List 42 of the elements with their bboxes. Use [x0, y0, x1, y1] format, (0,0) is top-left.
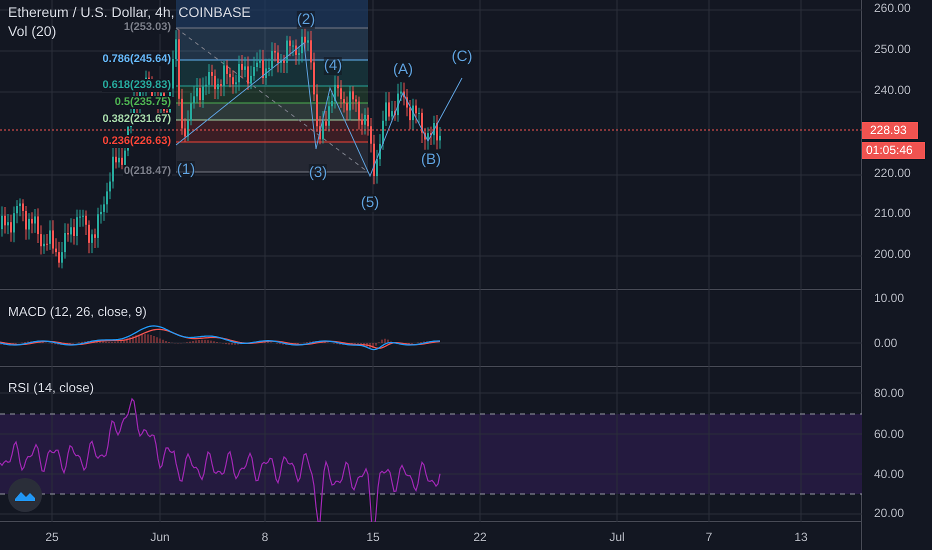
- wave-label: (B): [421, 151, 441, 169]
- current-price-badge: 228.93: [862, 122, 918, 139]
- wave-label: (4): [324, 57, 342, 75]
- fib-level-label: 1(253.03): [122, 21, 172, 34]
- fib-level-label: 0.618(239.83): [102, 79, 172, 92]
- wave-label: (2): [296, 11, 316, 29]
- indicator-label: RSI (14, close): [8, 379, 94, 397]
- fib-level-label: 0.786(245.64): [102, 53, 172, 66]
- time-axis-label: Jun: [150, 529, 170, 546]
- rsi-axis-label: 40.00: [874, 467, 904, 481]
- wave-label: (1): [176, 161, 196, 179]
- time-axis-label: 7: [706, 529, 712, 546]
- time-axis-label: 8: [262, 529, 268, 546]
- indicator-label: MACD (12, 26, close, 9): [8, 303, 147, 321]
- wave-label: (C): [452, 48, 472, 66]
- fib-level-label: 0(218.47): [122, 165, 172, 178]
- chart-title: Ethereum / U.S. Dollar, 4h, COINBASE: [8, 3, 251, 22]
- fib-level-label: 0.382(231.67): [102, 113, 172, 126]
- price-axis-label: 200.00: [874, 247, 911, 261]
- time-axis-label: 13: [794, 529, 808, 546]
- logo-icon[interactable]: [8, 478, 42, 512]
- price-axis-label: 220.00: [874, 166, 911, 180]
- rsi-axis-label: 60.00: [874, 427, 904, 441]
- wave-label: (A): [393, 61, 413, 79]
- fib-level-label: 0.5(235.75): [114, 96, 172, 109]
- macd-axis-label: 10.00: [874, 291, 904, 305]
- price-axis-label: 260.00: [874, 1, 911, 15]
- price-axis-label: 210.00: [874, 206, 911, 220]
- time-axis-label: 25: [45, 529, 59, 546]
- indicator-label: Vol (20): [8, 22, 56, 41]
- rsi-axis-label: 20.00: [874, 506, 904, 520]
- macd-axis-label: 0.00: [874, 336, 898, 350]
- countdown-badge: 01:05:46: [862, 142, 925, 159]
- price-axis-label: 250.00: [874, 42, 911, 56]
- time-axis-label: 22: [473, 529, 487, 546]
- time-axis-label: Jul: [609, 529, 625, 546]
- wave-label: (5): [360, 194, 380, 212]
- time-axis-label: 15: [366, 529, 380, 546]
- rsi-axis-label: 80.00: [874, 386, 904, 400]
- wave-label: (3): [308, 164, 328, 182]
- fib-level-label: 0.236(226.63): [102, 135, 172, 148]
- price-axis-label: 240.00: [874, 83, 911, 97]
